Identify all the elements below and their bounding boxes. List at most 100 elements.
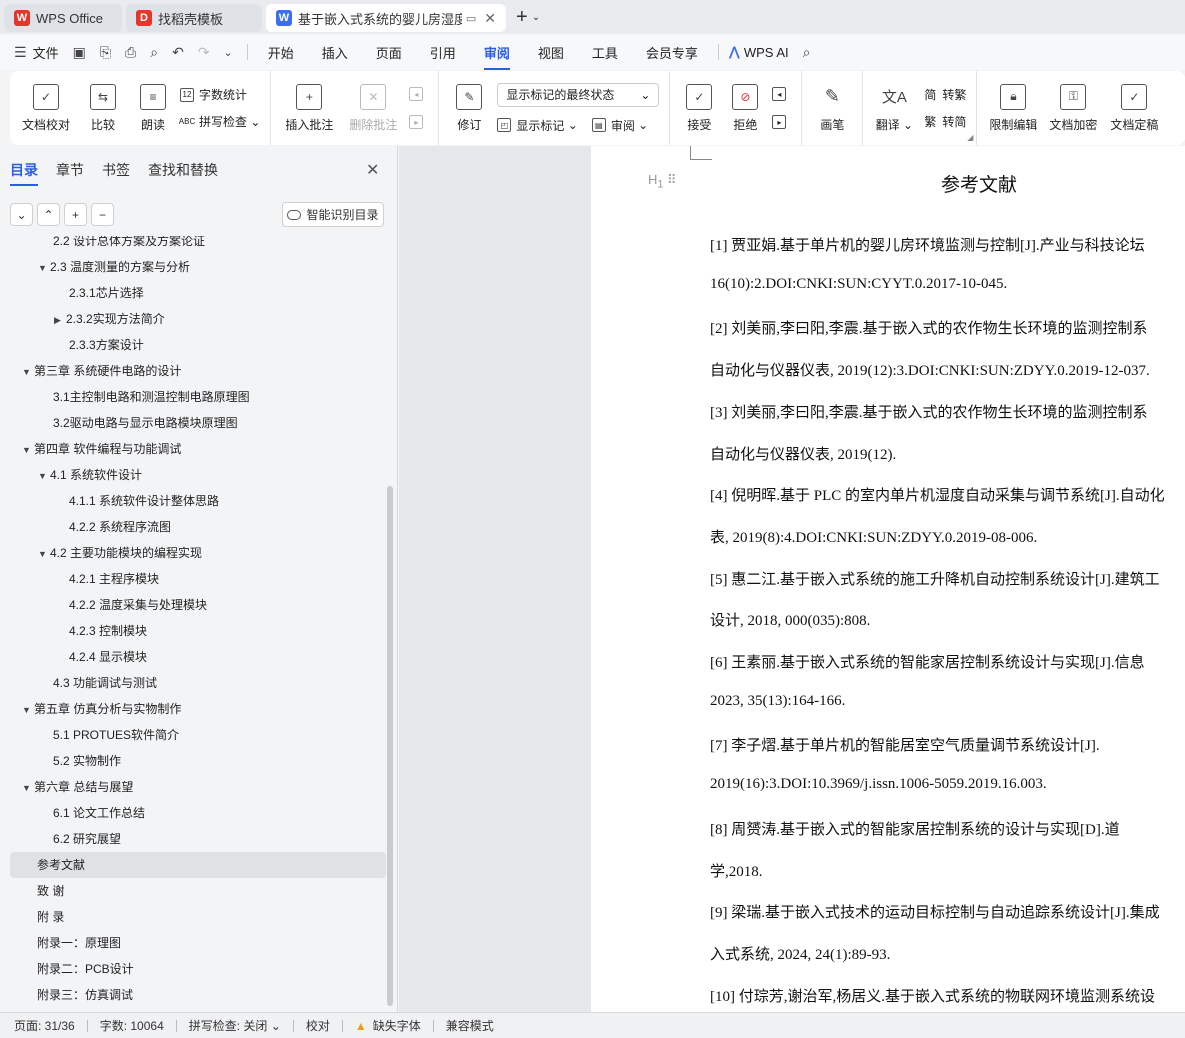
- nav-tab-find-replace[interactable]: 查找和替换: [148, 160, 218, 180]
- wps-ai-button[interactable]: ⋀ WPS AI: [729, 44, 789, 60]
- expand-arrow-icon[interactable]: ▼: [22, 775, 34, 801]
- save-icon[interactable]: ▣: [73, 44, 86, 61]
- tab-template[interactable]: D 找稻壳模板: [126, 4, 262, 32]
- tab-review[interactable]: 审阅: [483, 43, 510, 70]
- toc-item[interactable]: 6.1 论文工作总结: [10, 800, 386, 826]
- page-indicator[interactable]: 页面: 31/36: [14, 1017, 75, 1034]
- expand-arrow-icon[interactable]: ▼: [38, 541, 50, 567]
- tab-document[interactable]: W 基于嵌入式系统的婴儿房湿度E ▭ ✕: [266, 4, 506, 32]
- insert-comment-button[interactable]: + 插入批注: [277, 71, 341, 145]
- toc-item[interactable]: 2.3.3方案设计: [10, 332, 386, 358]
- toc-item[interactable]: 3.2驱动电路与显示电路模块原理图: [10, 410, 386, 436]
- undo-icon[interactable]: ↶: [172, 44, 184, 61]
- tab-member[interactable]: 会员专享: [646, 43, 698, 62]
- heading-drag-handle-icon[interactable]: H1 ⠿: [648, 172, 677, 191]
- toc-item[interactable]: 5.2 实物制作: [10, 748, 386, 774]
- missing-font-status[interactable]: ▲ 缺失字体: [355, 1017, 421, 1034]
- to-simplified-button[interactable]: 繁转简: [923, 113, 966, 130]
- tab-tools[interactable]: 工具: [592, 43, 618, 62]
- toc-item[interactable]: 附录二：PCB设计: [10, 956, 386, 982]
- chevron-down-icon[interactable]: ⌄: [224, 46, 233, 59]
- tab-insert[interactable]: 插入: [322, 43, 348, 62]
- print-icon[interactable]: ⎙: [125, 44, 136, 61]
- toc-item[interactable]: 5.1 PROTUES软件简介: [10, 722, 386, 748]
- toc-item[interactable]: ▼ 4.2 主要功能模块的编程实现: [10, 540, 386, 566]
- next-change-icon[interactable]: ▸: [772, 115, 791, 129]
- spell-check-status[interactable]: 拼写检查: 关闭 ⌄: [189, 1017, 281, 1034]
- expand-arrow-icon[interactable]: ▼: [22, 359, 34, 385]
- tab-page[interactable]: 页面: [376, 43, 402, 62]
- show-markup-button[interactable]: ◰ 显示标记 ⌄: [497, 117, 578, 134]
- add-level-icon[interactable]: +: [64, 203, 87, 226]
- remove-level-icon[interactable]: −: [91, 203, 114, 226]
- nav-tab-sections[interactable]: 章节: [56, 160, 84, 180]
- accept-button[interactable]: ✓ 接受: [676, 71, 722, 145]
- reject-button[interactable]: ⊘ 拒绝: [722, 71, 768, 145]
- review-pane-button[interactable]: ▤ 审阅 ⌄: [591, 117, 648, 134]
- expand-arrow-icon[interactable]: ▼: [22, 437, 34, 463]
- toc-item[interactable]: 致 谢: [10, 878, 386, 904]
- toc-item[interactable]: 参考文献: [10, 852, 386, 878]
- collapse-down-icon[interactable]: ⌄: [10, 203, 33, 226]
- toc-item[interactable]: 2.2 设计总体方案及方案论证: [10, 236, 386, 254]
- close-icon[interactable]: ✕: [484, 10, 496, 27]
- toc-item[interactable]: 附 录: [10, 904, 386, 930]
- collapse-arrow-icon[interactable]: ▶: [54, 307, 66, 333]
- expand-arrow-icon[interactable]: ▼: [22, 697, 34, 723]
- toc-item[interactable]: 4.1.1 系统软件设计整体思路: [10, 488, 386, 514]
- toc-scrollbar[interactable]: [387, 486, 393, 1006]
- revise-button[interactable]: ✎ 修订: [445, 71, 493, 145]
- new-tab-icon[interactable]: +: [516, 6, 528, 29]
- proof-status[interactable]: 校对: [306, 1017, 330, 1034]
- word-count-status[interactable]: 字数: 10064: [100, 1017, 164, 1034]
- export-icon[interactable]: ⎘: [100, 44, 111, 61]
- toc-item[interactable]: ▼ 4.1 系统软件设计: [10, 462, 386, 488]
- nav-tab-bookmarks[interactable]: 书签: [102, 160, 130, 180]
- toc-item[interactable]: ▼ 第六章 总结与展望: [10, 774, 386, 800]
- tab-wps-office[interactable]: W WPS Office: [4, 4, 122, 32]
- toc-item[interactable]: 4.2.4 显示模块: [10, 644, 386, 670]
- spell-check-button[interactable]: ABC 拼写检查 ⌄: [179, 113, 261, 130]
- previous-comment-icon[interactable]: ◂: [409, 87, 428, 101]
- toc-item[interactable]: ▼ 第四章 软件编程与功能调试: [10, 436, 386, 462]
- expand-arrow-icon[interactable]: ▼: [38, 463, 50, 489]
- toc-item[interactable]: ▼ 第三章 系统硬件电路的设计: [10, 358, 386, 384]
- toc-item[interactable]: ▼ 2.3 温度测量的方案与分析: [10, 254, 386, 280]
- restrict-edit-button[interactable]: 🔒︎ 限制编辑: [983, 71, 1043, 145]
- delete-comment-button[interactable]: ✕ 删除批注: [341, 71, 405, 145]
- nav-tab-toc[interactable]: 目录: [10, 160, 38, 186]
- word-count-button[interactable]: 12 字数统计: [180, 86, 260, 103]
- toc-item[interactable]: 4.2.1 主程序模块: [10, 566, 386, 592]
- tab-home[interactable]: 开始: [268, 43, 294, 62]
- toc-item[interactable]: 4.2.2 温度采集与处理模块: [10, 592, 386, 618]
- toc-item[interactable]: 4.2.3 控制模块: [10, 618, 386, 644]
- tab-view[interactable]: 视图: [538, 43, 564, 62]
- toc-item[interactable]: 4.2.2 系统程序流图: [10, 514, 386, 540]
- read-aloud-button[interactable]: ≡ 朗读: [130, 71, 176, 145]
- translate-button[interactable]: 文A 翻译 ⌄: [869, 71, 919, 145]
- toc-item[interactable]: ▶ 2.3.2实现方法简介: [10, 306, 386, 332]
- chevron-up-icon[interactable]: ⌃: [37, 203, 60, 226]
- print-preview-icon[interactable]: ⌕: [150, 44, 158, 61]
- toc-item[interactable]: 6.2 研究展望: [10, 826, 386, 852]
- finalize-button[interactable]: ✓ 文档定稿: [1103, 71, 1165, 145]
- document-page[interactable]: H1 ⠿ 参考文献 [1] 贾亚娟.基于单片机的婴儿房环境监测与控制[J].产业…: [591, 146, 1185, 1012]
- toc-item[interactable]: 2.3.1芯片选择: [10, 280, 386, 306]
- redo-icon[interactable]: ↷: [198, 44, 210, 61]
- toc-item[interactable]: 3.1主控制电路和测温控制电路原理图: [10, 384, 386, 410]
- toc-item[interactable]: 附录三：仿真调试: [10, 982, 386, 1008]
- encrypt-button[interactable]: ⚿ 文档加密: [1043, 71, 1103, 145]
- close-icon[interactable]: ✕: [366, 160, 379, 180]
- to-traditional-button[interactable]: 简转繁: [923, 86, 966, 103]
- previous-change-icon[interactable]: ◂: [772, 87, 791, 101]
- toc-item[interactable]: 附录一：原理图: [10, 930, 386, 956]
- file-menu[interactable]: 文件: [33, 43, 59, 62]
- search-icon[interactable]: ⌕: [803, 44, 811, 61]
- hamburger-icon[interactable]: ☰: [14, 44, 27, 61]
- smart-toc-button[interactable]: 智能识别目录: [282, 202, 384, 227]
- tab-references[interactable]: 引用: [430, 43, 456, 62]
- doc-check-button[interactable]: ✓ 文档校对: [16, 71, 76, 145]
- group-launcher-icon[interactable]: ◢: [967, 133, 973, 142]
- pen-button[interactable]: ✎ 画笔: [808, 71, 856, 145]
- next-comment-icon[interactable]: ▸: [409, 115, 428, 129]
